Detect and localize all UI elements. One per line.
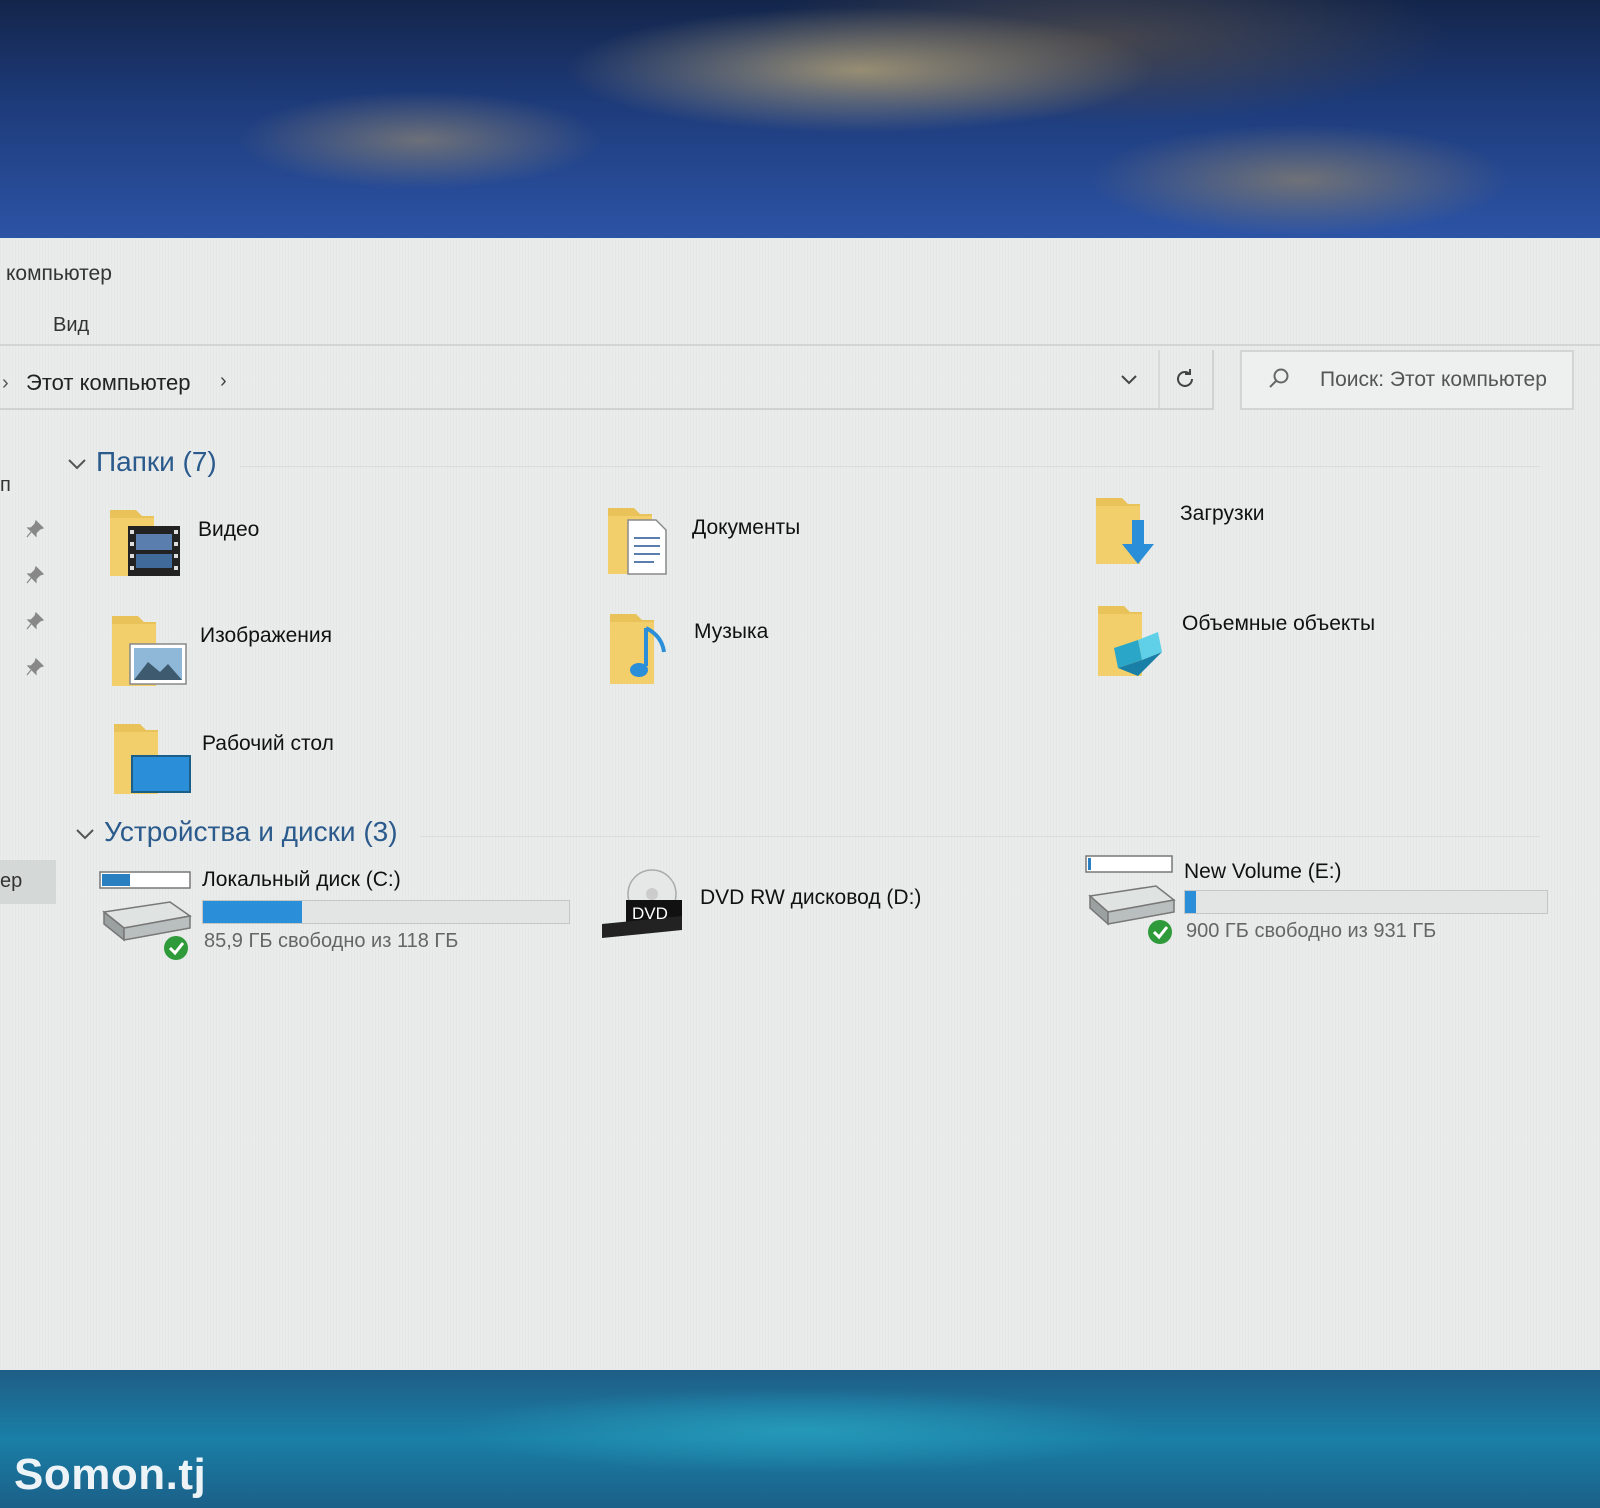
drive-usage-fill	[203, 901, 302, 923]
folder-item-3d-objects[interactable]: Объемные объекты	[1094, 600, 1534, 690]
pin-icon	[26, 566, 44, 584]
desktop-wallpaper-lake	[0, 1370, 1600, 1508]
video-folder-icon	[110, 510, 180, 576]
folder-item-video[interactable]: Видео	[106, 500, 526, 590]
drive-item-c[interactable]: Локальный диск (C:) 85,9 ГБ свободно из …	[98, 858, 578, 968]
pin-icon	[26, 520, 44, 538]
search-icon	[1269, 368, 1289, 388]
search-box[interactable]: Поиск: Этот компьютер	[1240, 350, 1574, 410]
group-header-devices-label: Устройства и диски (3)	[104, 816, 398, 847]
folder-item-pictures[interactable]: Изображения	[108, 610, 528, 700]
chevron-down-icon	[76, 828, 94, 840]
ribbon-tab-view[interactable]: Вид	[53, 314, 89, 337]
folder-label: Документы	[692, 516, 801, 539]
window-title: компьютер	[6, 262, 112, 285]
dvd-badge-label: DVD	[632, 904, 668, 923]
ribbon-divider	[0, 344, 1600, 346]
drive-usage-fill	[1185, 891, 1196, 913]
group-header-folders-label: Папки (7)	[96, 446, 217, 477]
folder-label: Музыка	[694, 620, 769, 643]
address-history-dropdown-icon[interactable]	[1118, 368, 1140, 390]
group-divider	[420, 836, 1540, 837]
drive-usage-bar	[1184, 890, 1548, 914]
address-bar[interactable]: › Этот компьютер ›	[0, 350, 1214, 410]
system-drive-icon	[99, 871, 192, 960]
folder-label: Объемные объекты	[1182, 612, 1376, 635]
drive-label: Локальный диск (C:)	[202, 868, 401, 891]
pictures-folder-icon	[112, 616, 187, 686]
drive-free-space: 85,9 ГБ свободно из 118 ГБ	[204, 930, 459, 952]
desktop-wallpaper-sky	[0, 0, 1600, 245]
folder-item-downloads[interactable]: Загрузки	[1092, 492, 1512, 582]
drive-label: DVD RW дисковод (D:)	[700, 886, 922, 909]
refresh-icon[interactable]	[1172, 366, 1198, 392]
nav-item-this-pc-selected[interactable]: ер	[0, 860, 56, 904]
group-header-devices[interactable]: Устройства и диски (3)	[74, 816, 398, 848]
folder-label: Изображения	[200, 624, 332, 647]
group-header-folders[interactable]: Папки (7)	[66, 446, 217, 478]
folder-item-music[interactable]: Музыка	[606, 608, 1026, 698]
drive-usage-bar	[202, 900, 570, 924]
nav-item-label: ер	[0, 870, 23, 892]
pin-icon	[26, 658, 44, 676]
drive-label: New Volume (E:)	[1184, 860, 1342, 883]
folder-label: Видео	[198, 518, 260, 541]
file-explorer-window: компьютер Вид › Этот компьютер › Поиск: …	[0, 238, 1600, 1370]
breadcrumb-chevron-icon[interactable]: ›	[220, 370, 227, 393]
search-placeholder: Поиск: Этот компьютер	[1320, 368, 1547, 391]
folder-label: Загрузки	[1180, 502, 1265, 525]
hard-drive-icon	[1085, 855, 1176, 944]
desktop-folder-icon	[114, 724, 191, 794]
3d-objects-folder-icon	[1098, 606, 1162, 676]
folder-item-desktop[interactable]: Рабочий стол	[110, 718, 530, 808]
drive-item-e[interactable]: New Volume (E:) 900 ГБ свободно из 931 Г…	[1084, 846, 1564, 956]
drive-free-space: 900 ГБ свободно из 931 ГБ	[1186, 920, 1437, 942]
breadcrumb-this-pc[interactable]: Этот компьютер	[26, 370, 191, 396]
group-divider	[240, 466, 1540, 467]
chevron-down-icon	[68, 458, 86, 470]
documents-folder-icon	[608, 508, 667, 575]
downloads-folder-icon	[1096, 498, 1154, 564]
nav-fragment[interactable]: п	[0, 474, 11, 497]
folder-label: Рабочий стол	[202, 732, 334, 755]
watermark-logo: Somon.tj	[14, 1450, 207, 1499]
pin-icon	[26, 612, 44, 630]
address-separator	[1158, 350, 1160, 408]
music-folder-icon	[610, 614, 666, 684]
address-back-chevron-icon[interactable]: ›	[2, 372, 9, 395]
drive-item-dvd[interactable]: DVD DVD RW дисковод (D:)	[600, 864, 1040, 954]
folder-item-documents[interactable]: Документы	[604, 498, 1024, 588]
